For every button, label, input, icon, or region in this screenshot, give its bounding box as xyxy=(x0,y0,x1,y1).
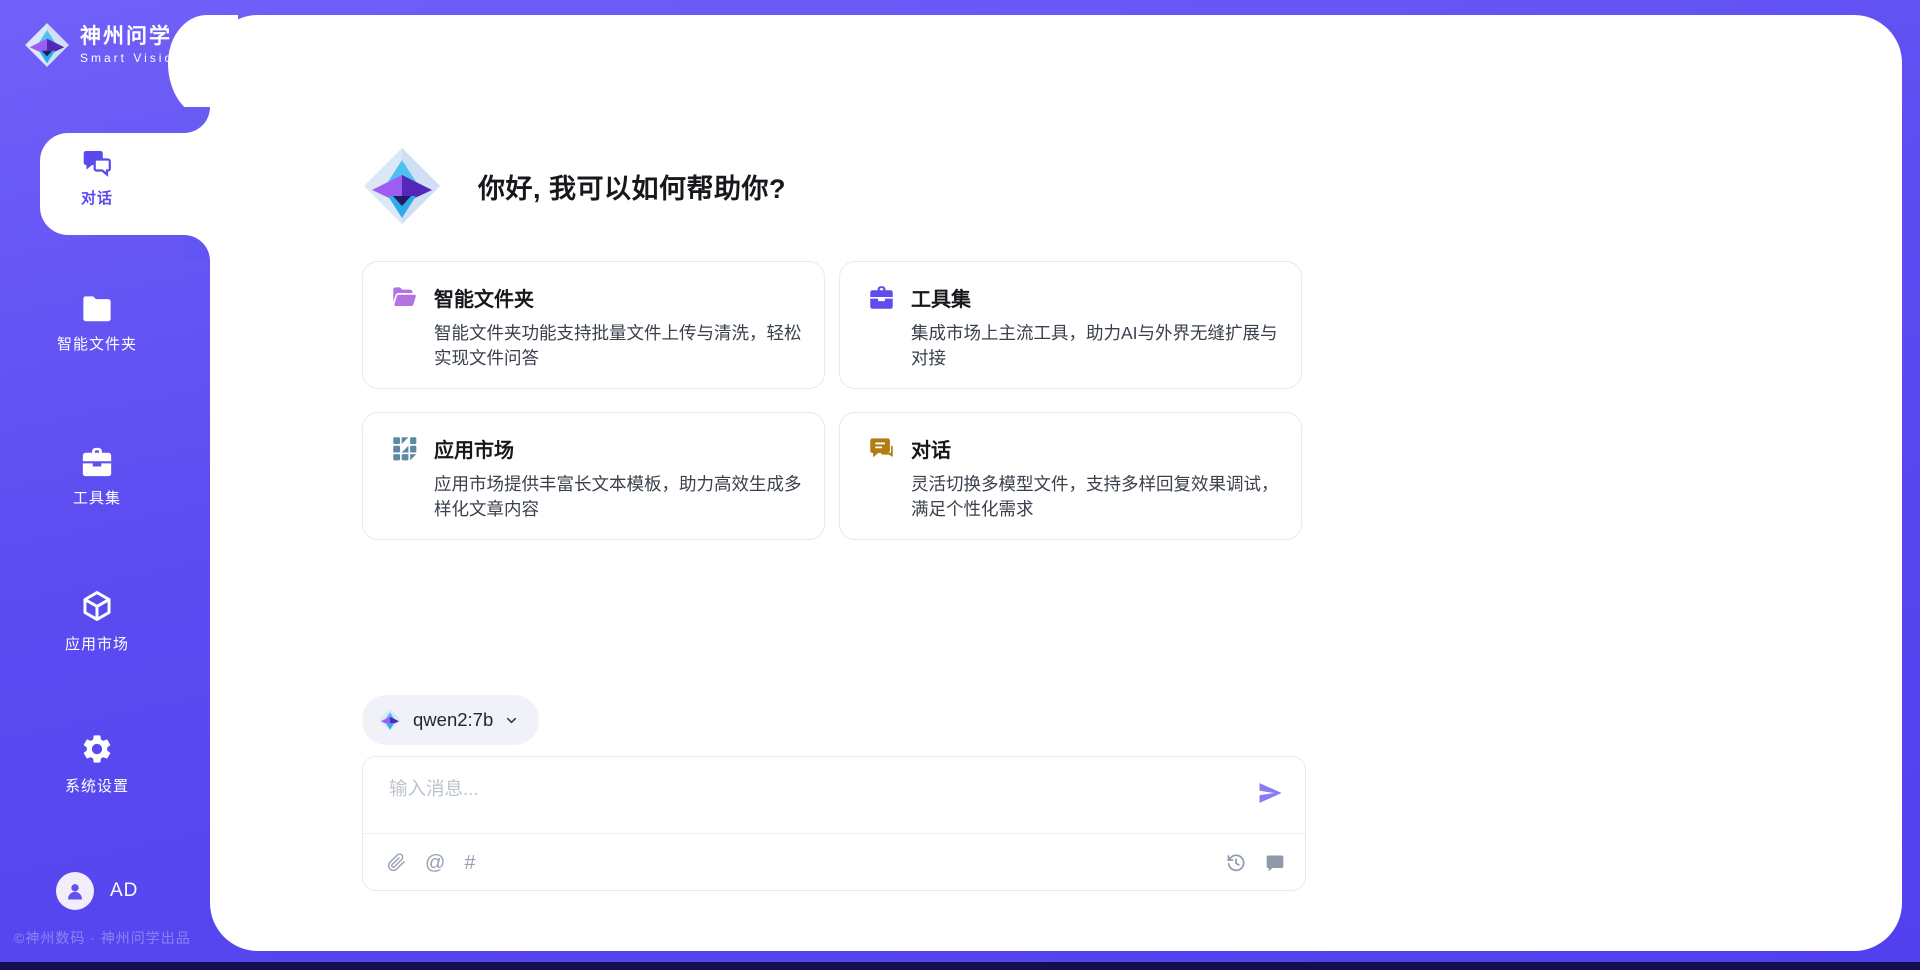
sidebar-item-label: 对话 xyxy=(81,187,113,208)
tab-fillet-top xyxy=(184,107,210,133)
hashtag-button[interactable]: # xyxy=(464,853,475,873)
sidebar-item-toolset[interactable]: 工具集 xyxy=(12,446,182,508)
card-title: 应用市场 xyxy=(434,434,514,463)
person-icon xyxy=(64,880,86,902)
attach-button[interactable] xyxy=(387,853,406,872)
card-header: 智能文件夹 xyxy=(391,283,806,312)
sidebar-item-label: 系统设置 xyxy=(65,775,129,796)
card-smart-folder[interactable]: 智能文件夹 智能文件夹功能支持批量文件上传与清洗，轻松实现文件问答 xyxy=(362,261,825,389)
mention-symbol: @ xyxy=(425,853,445,873)
cube-icon xyxy=(80,588,114,624)
mention-button[interactable]: @ xyxy=(425,853,445,873)
card-title: 对话 xyxy=(911,434,951,463)
diamond-logo-icon xyxy=(24,22,70,68)
briefcase-icon xyxy=(868,284,895,311)
card-description: 灵活切换多模型文件，支持多样回复效果调试，满足个性化需求 xyxy=(911,472,1285,522)
history-icon xyxy=(1226,853,1246,873)
brand-subtitle: Smart Vision xyxy=(80,52,184,64)
card-toolset[interactable]: 工具集 集成市场上主流工具，助力AI与外界无缝扩展与对接 xyxy=(839,261,1302,389)
send-icon xyxy=(1256,779,1284,807)
card-description: 集成市场上主流工具，助力AI与外界无缝扩展与对接 xyxy=(911,321,1285,371)
feature-cards: 智能文件夹 智能文件夹功能支持批量文件上传与清洗，轻松实现文件问答 工具集 集成… xyxy=(362,261,1302,540)
chevron-down-icon xyxy=(504,713,519,728)
chat-bubbles-icon xyxy=(81,146,113,178)
open-folder-icon xyxy=(391,284,418,311)
sidebar-item-chat[interactable]: 对话 xyxy=(12,146,182,208)
message-composer: @ # xyxy=(362,756,1306,891)
history-button[interactable] xyxy=(1226,853,1246,873)
message-input[interactable] xyxy=(387,773,1221,825)
sidebar-footer-text: ©神州数码 · 神州问学出品 xyxy=(14,928,191,948)
diamond-logo-icon xyxy=(378,708,402,732)
model-name: qwen2:7b xyxy=(413,709,493,731)
hashtag-symbol: # xyxy=(464,853,475,873)
greeting-row: 你好, 我可以如何帮助你? xyxy=(362,146,786,226)
brand-text: 神州问学 Smart Vision xyxy=(80,26,184,64)
gear-icon xyxy=(80,732,114,766)
diamond-logo-icon xyxy=(362,146,442,226)
sidebar-item-settings[interactable]: 系统设置 xyxy=(12,732,182,796)
sidebar: 神州问学 Smart Vision 对话 智能文件夹 xyxy=(0,0,210,970)
user-initials: AD xyxy=(110,880,138,902)
greeting-text: 你好, 我可以如何帮助你? xyxy=(478,167,786,206)
card-description: 应用市场提供丰富长文本模板，助力高效生成多样化文章内容 xyxy=(434,472,808,522)
brand-name: 神州问学 xyxy=(80,26,184,47)
sidebar-item-smart-folder[interactable]: 智能文件夹 xyxy=(12,294,182,354)
card-header: 工具集 xyxy=(868,283,1283,312)
folder-icon xyxy=(80,294,114,324)
model-selector-button[interactable]: qwen2:7b xyxy=(362,695,539,745)
card-app-market[interactable]: 应用市场 应用市场提供丰富长文本模板，助力高效生成多样化文章内容 xyxy=(362,412,825,540)
briefcase-icon xyxy=(80,446,114,478)
card-chat[interactable]: 对话 灵活切换多模型文件，支持多样回复效果调试，满足个性化需求 xyxy=(839,412,1302,540)
app-window: 神州问学 Smart Vision 对话 智能文件夹 xyxy=(0,0,1920,970)
composer-toolbar: @ # xyxy=(363,834,1305,891)
paperclip-icon xyxy=(387,853,406,872)
sidebar-item-label: 工具集 xyxy=(73,487,121,508)
card-title: 智能文件夹 xyxy=(434,283,534,312)
hero-area: 你好, 我可以如何帮助你? 智能文件夹 智能文件夹功能支持批量文件上传与清洗，轻… xyxy=(362,0,1306,970)
user-profile[interactable]: AD xyxy=(56,872,138,910)
sidebar-item-label: 智能文件夹 xyxy=(57,333,137,354)
brand-logo: 神州问学 Smart Vision xyxy=(24,22,184,68)
sidebar-item-app-market[interactable]: 应用市场 xyxy=(12,588,182,654)
send-button[interactable] xyxy=(1255,779,1285,809)
tab-fillet-bottom xyxy=(184,235,210,261)
card-description: 智能文件夹功能支持批量文件上传与清洗，轻松实现文件问答 xyxy=(434,321,808,371)
bottom-edge-strip xyxy=(0,962,1920,970)
card-header: 应用市场 xyxy=(391,434,806,463)
chat-bubble-icon xyxy=(868,435,895,462)
feedback-button[interactable] xyxy=(1265,853,1285,873)
avatar xyxy=(56,872,94,910)
sidebar-item-label: 应用市场 xyxy=(65,633,129,654)
message-square-icon xyxy=(1265,853,1285,873)
card-header: 对话 xyxy=(868,434,1283,463)
grid-tiles-icon xyxy=(391,435,418,462)
card-title: 工具集 xyxy=(911,283,971,312)
